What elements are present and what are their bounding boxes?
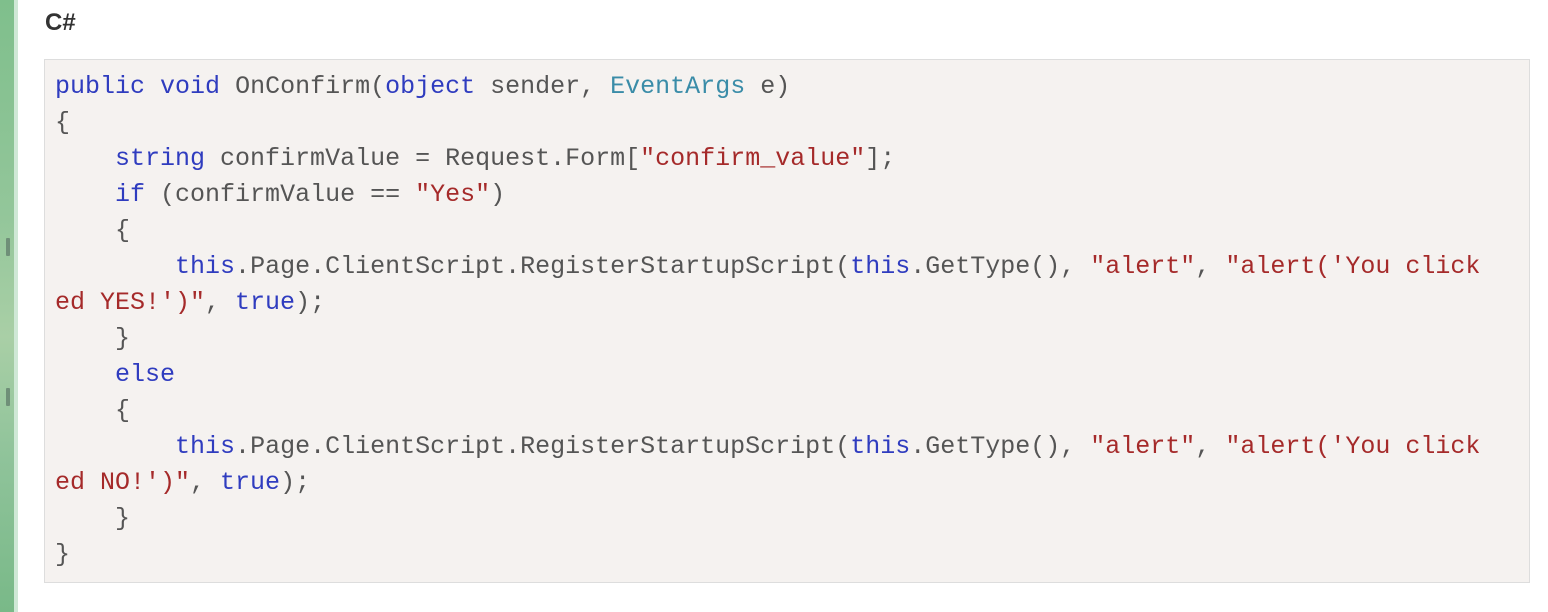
code-listing: public void OnConfirm(object sender, Eve… xyxy=(55,69,1480,573)
code-line: { xyxy=(55,108,71,137)
code-line: this.Page.ClientScript.RegisterStartupSc… xyxy=(175,432,1481,461)
code-block: public void OnConfirm(object sender, Eve… xyxy=(44,59,1530,583)
code-line: } xyxy=(55,324,131,353)
rail-handle-icon[interactable] xyxy=(6,238,10,256)
code-line: } xyxy=(55,504,131,533)
code-line: ed NO!')", true); xyxy=(55,468,311,497)
code-line: } xyxy=(55,540,71,569)
left-rail-edge xyxy=(14,0,18,612)
rail-handle-icon[interactable] xyxy=(6,388,10,406)
code-line: { xyxy=(55,216,131,245)
code-line: ed YES!')", true); xyxy=(55,288,326,317)
code-line: if (confirmValue == "Yes") xyxy=(115,180,506,209)
left-rail xyxy=(0,0,14,612)
code-line: string confirmValue = Request.Form["conf… xyxy=(115,144,896,173)
section-title: C# xyxy=(45,9,76,36)
code-line: this.Page.ClientScript.RegisterStartupSc… xyxy=(175,252,1481,281)
code-line: else xyxy=(115,360,176,389)
code-line: { xyxy=(55,396,131,425)
code-line: public void OnConfirm(object sender, Eve… xyxy=(55,72,791,101)
